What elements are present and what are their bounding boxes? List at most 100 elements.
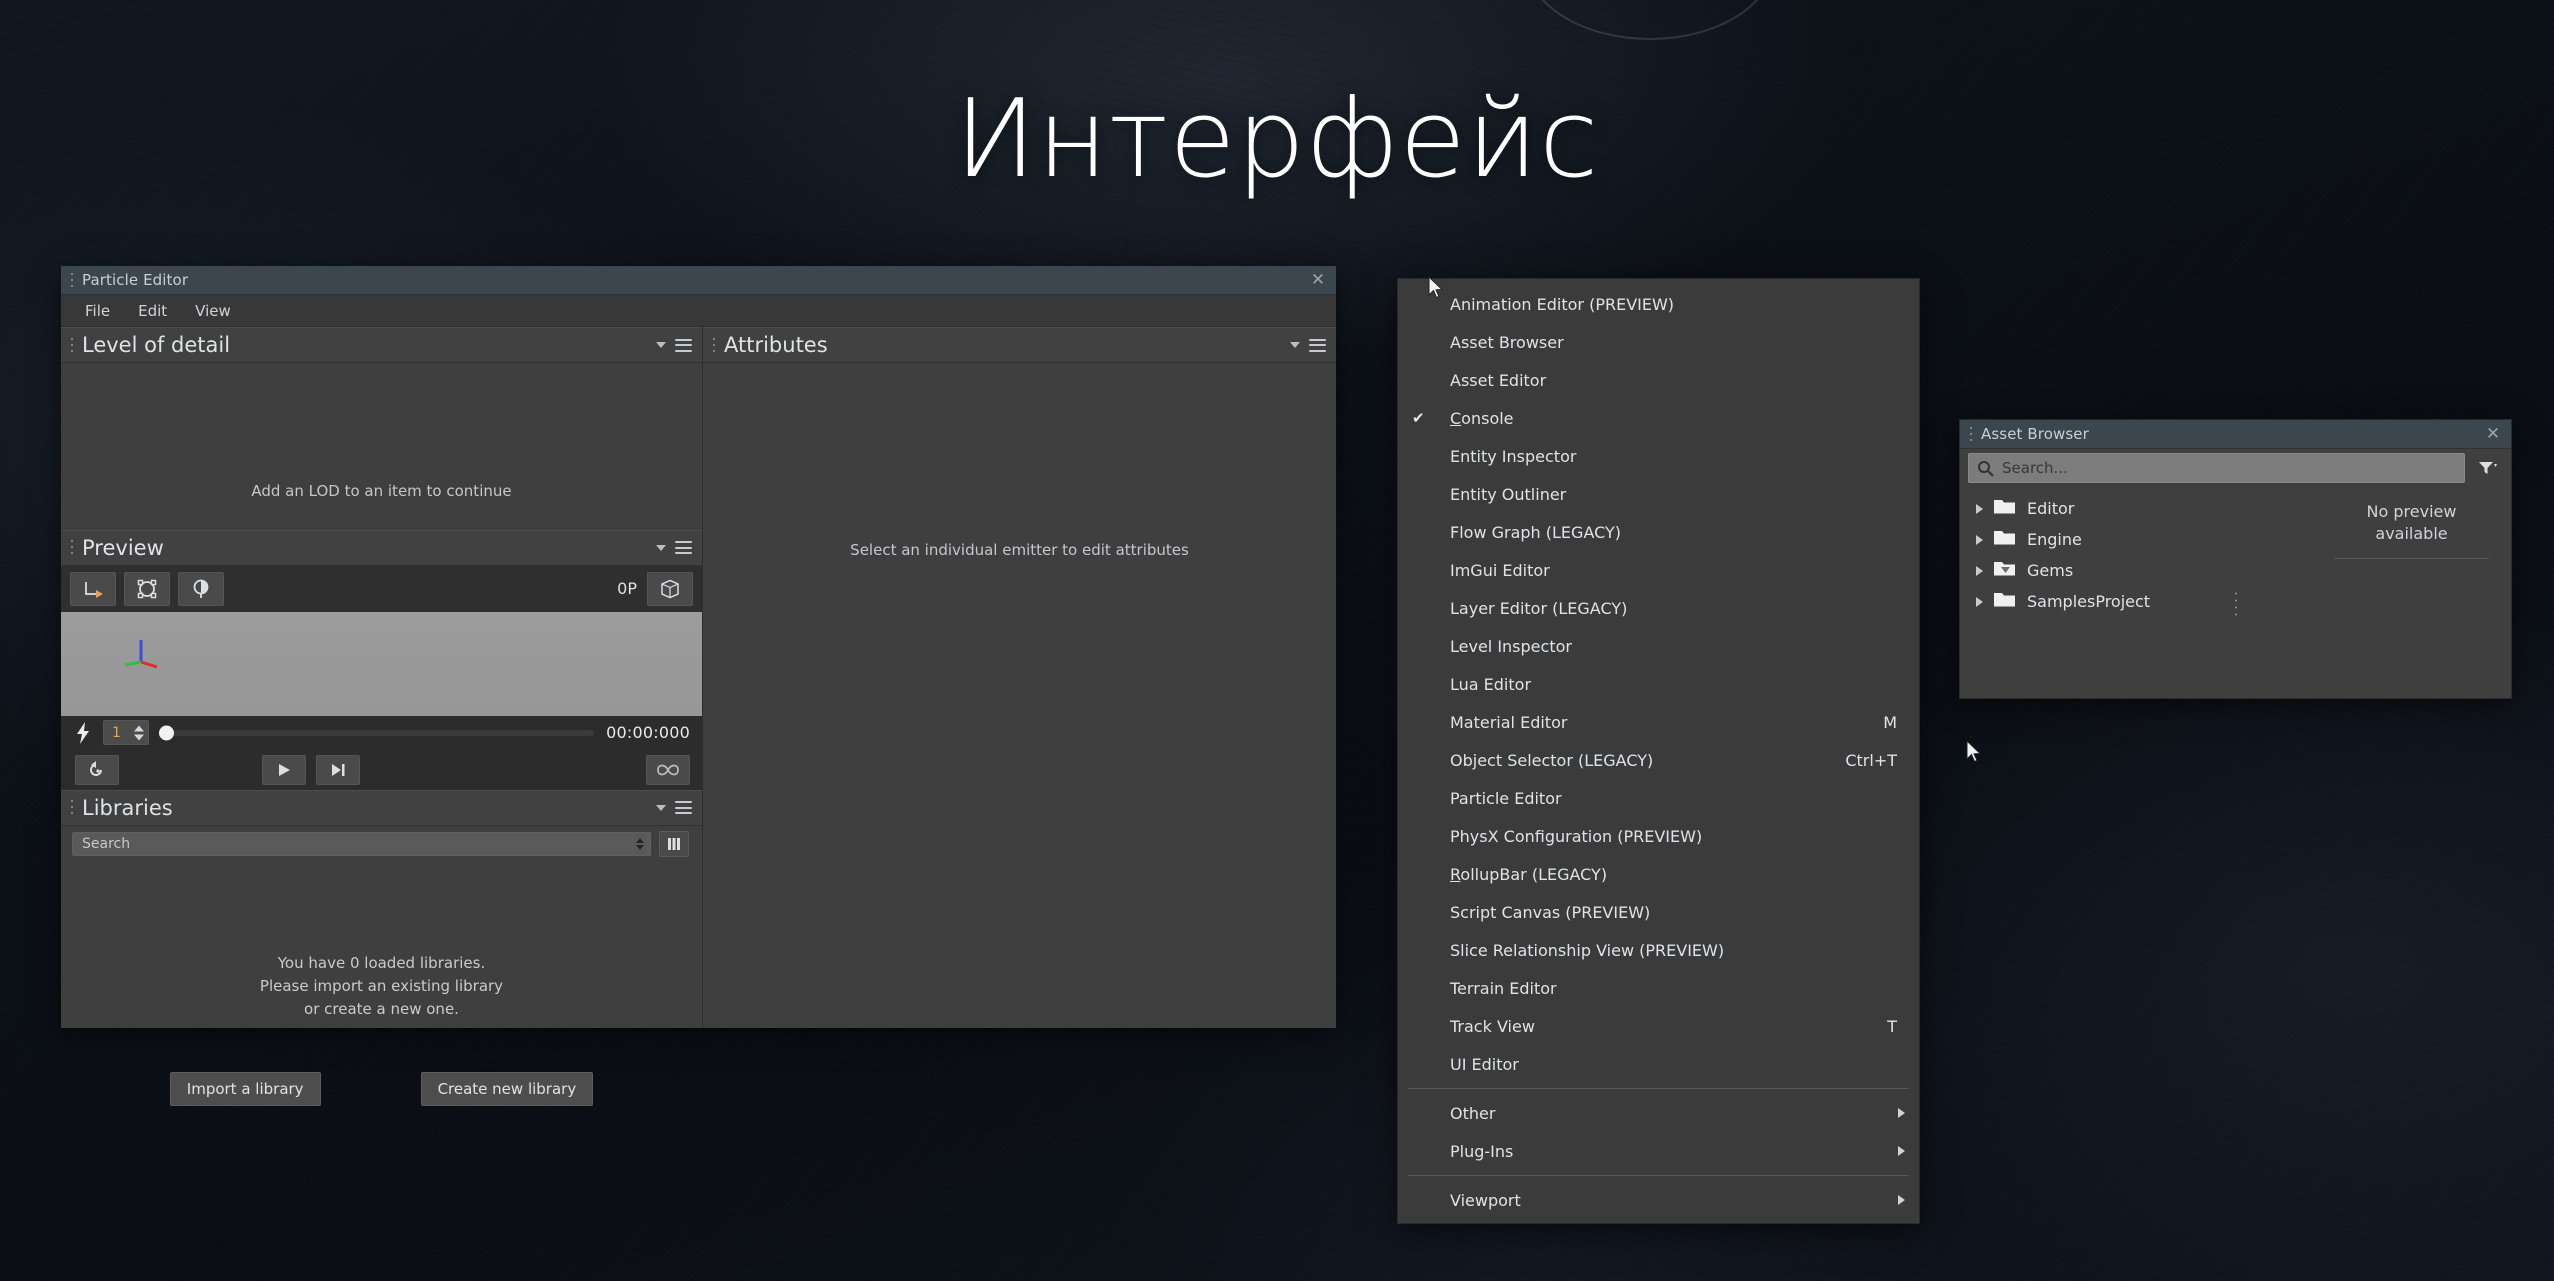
menu-hamburger-icon[interactable] bbox=[1309, 339, 1326, 352]
asset-browser-titlebar[interactable]: Asset Browser ✕ bbox=[1960, 420, 2511, 449]
drag-grip-icon[interactable] bbox=[70, 272, 74, 289]
menu-hamburger-icon[interactable] bbox=[675, 801, 692, 814]
menu-item-console[interactable]: ✔Console bbox=[1398, 399, 1919, 437]
chevron-down-icon[interactable] bbox=[656, 545, 666, 551]
spinbox-arrows[interactable] bbox=[134, 725, 144, 740]
lightning-bolt-icon[interactable] bbox=[75, 721, 91, 745]
menu-item-plug-ins[interactable]: Plug-Ins bbox=[1398, 1132, 1919, 1170]
menu-item-asset-browser[interactable]: Asset Browser bbox=[1398, 323, 1919, 361]
chevron-down-icon[interactable] bbox=[1290, 342, 1300, 348]
menu-item-label: Entity Outliner bbox=[1450, 485, 1566, 504]
menu-edit[interactable]: Edit bbox=[126, 298, 179, 324]
play-icon[interactable] bbox=[262, 755, 306, 785]
reset-icon[interactable] bbox=[75, 755, 119, 785]
chevron-up-icon[interactable] bbox=[134, 725, 144, 731]
menu-item-track-view[interactable]: Track ViewT bbox=[1398, 1007, 1919, 1045]
menu-item-level-inspector[interactable]: Level Inspector bbox=[1398, 627, 1919, 665]
menu-item-material-editor[interactable]: Material EditorM bbox=[1398, 703, 1919, 741]
libraries-panel-header[interactable]: Libraries bbox=[61, 790, 702, 826]
transport-center-buttons bbox=[262, 755, 360, 785]
libraries-empty-line-1: You have 0 loaded libraries. bbox=[61, 952, 702, 975]
menu-hamburger-icon[interactable] bbox=[675, 339, 692, 352]
menu-item-terrain-editor[interactable]: Terrain Editor bbox=[1398, 969, 1919, 1007]
step-forward-icon[interactable] bbox=[316, 755, 360, 785]
expand-arrow-icon[interactable] bbox=[1976, 535, 1983, 545]
menu-item-rollupbar-legacy[interactable]: RollupBar (LEGACY) bbox=[1398, 855, 1919, 893]
attributes-panel-title: Attributes bbox=[724, 333, 828, 357]
menu-view[interactable]: View bbox=[183, 298, 243, 324]
preview-line-1: No preview bbox=[2312, 501, 2511, 523]
menu-item-asset-editor[interactable]: Asset Editor bbox=[1398, 361, 1919, 399]
timeline-slider-handle[interactable] bbox=[159, 725, 174, 740]
menu-item-object-selector-legacy[interactable]: Object Selector (LEGACY)Ctrl+T bbox=[1398, 741, 1919, 779]
menu-item-lua-editor[interactable]: Lua Editor bbox=[1398, 665, 1919, 703]
expand-arrow-icon[interactable] bbox=[1976, 566, 1983, 576]
menu-item-imgui-editor[interactable]: ImGui Editor bbox=[1398, 551, 1919, 589]
menu-item-other[interactable]: Other bbox=[1398, 1094, 1919, 1132]
close-icon[interactable]: ✕ bbox=[2481, 423, 2505, 445]
tree-item-gems[interactable]: Gems bbox=[1960, 555, 2312, 586]
library-books-icon[interactable] bbox=[659, 831, 689, 857]
menu-item-viewport[interactable]: Viewport bbox=[1398, 1181, 1919, 1219]
drag-grip-icon[interactable] bbox=[70, 337, 74, 354]
chevron-down-icon[interactable] bbox=[134, 734, 144, 740]
search-input[interactable]: Search... bbox=[1968, 453, 2465, 483]
create-library-button[interactable]: Create new library bbox=[421, 1072, 594, 1106]
menu-file[interactable]: File bbox=[73, 298, 122, 324]
wireframe-cube-icon[interactable] bbox=[647, 572, 693, 606]
preview-toolbar: 0P bbox=[61, 566, 702, 612]
expand-arrow-icon[interactable] bbox=[1976, 597, 1983, 607]
filter-icon[interactable] bbox=[2471, 453, 2505, 483]
menu-item-label: Flow Graph (LEGACY) bbox=[1450, 523, 1621, 542]
menu-item-entity-inspector[interactable]: Entity Inspector bbox=[1398, 437, 1919, 475]
menu-item-label: Viewport bbox=[1450, 1191, 1521, 1210]
preview-line-2: available bbox=[2312, 523, 2511, 545]
tree-item-engine[interactable]: Engine bbox=[1960, 524, 2312, 555]
lighting-icon[interactable] bbox=[178, 572, 224, 606]
timeline-slider[interactable] bbox=[161, 730, 594, 736]
preview-panel-title: Preview bbox=[82, 536, 164, 560]
menu-item-particle-editor[interactable]: Particle Editor bbox=[1398, 779, 1919, 817]
menu-item-shortcut: Ctrl+T bbox=[1845, 751, 1905, 770]
asset-preview-pane: No preview available bbox=[2312, 487, 2511, 698]
menu-item-script-canvas-preview[interactable]: Script Canvas (PREVIEW) bbox=[1398, 893, 1919, 931]
menu-item-physx-configuration-preview[interactable]: PhysX Configuration (PREVIEW) bbox=[1398, 817, 1919, 855]
chevron-down-icon[interactable] bbox=[656, 342, 666, 348]
page-title: Интерфейс bbox=[0, 78, 2554, 202]
menu-item-entity-outliner[interactable]: Entity Outliner bbox=[1398, 475, 1919, 513]
menu-item-slice-relationship-view-preview[interactable]: Slice Relationship View (PREVIEW) bbox=[1398, 931, 1919, 969]
infinity-loop-icon[interactable] bbox=[646, 755, 690, 785]
expand-arrow-icon[interactable] bbox=[1976, 504, 1983, 514]
preview-panel-header[interactable]: Preview bbox=[61, 530, 702, 566]
menu-item-animation-editor-preview[interactable]: Animation Editor (PREVIEW) bbox=[1398, 285, 1919, 323]
lod-panel-header[interactable]: Level of detail bbox=[61, 327, 702, 363]
drag-grip-icon[interactable] bbox=[70, 799, 74, 816]
chevron-up-icon[interactable] bbox=[636, 838, 644, 843]
menu-item-ui-editor[interactable]: UI Editor bbox=[1398, 1045, 1919, 1083]
add-emitter-icon[interactable] bbox=[70, 572, 116, 606]
drag-grip-icon[interactable] bbox=[712, 337, 716, 354]
speed-spinbox[interactable]: 1 bbox=[103, 720, 149, 745]
libraries-empty-line-2: Please import an existing library bbox=[61, 975, 702, 998]
chevron-right-icon bbox=[1898, 1146, 1905, 1156]
drag-grip-icon[interactable] bbox=[70, 539, 74, 556]
attributes-panel-header[interactable]: Attributes bbox=[703, 327, 1336, 363]
chevron-down-icon[interactable] bbox=[636, 845, 644, 850]
menu-item-layer-editor-legacy[interactable]: Layer Editor (LEGACY) bbox=[1398, 589, 1919, 627]
preview-viewport[interactable] bbox=[61, 612, 702, 716]
chevron-down-icon[interactable] bbox=[656, 805, 666, 811]
bounding-box-icon[interactable] bbox=[124, 572, 170, 606]
libraries-search-input[interactable]: Search bbox=[72, 832, 651, 856]
import-library-button[interactable]: Import a library bbox=[170, 1072, 321, 1106]
tree-item-samplesproject[interactable]: SamplesProject bbox=[1960, 586, 2312, 617]
preview-timeline-bar: 1 00:00:000 bbox=[61, 716, 702, 750]
resize-grip-icon[interactable] bbox=[2234, 592, 2237, 618]
drag-grip-icon[interactable] bbox=[1969, 426, 1973, 443]
menu-item-flow-graph-legacy[interactable]: Flow Graph (LEGACY) bbox=[1398, 513, 1919, 551]
close-icon[interactable]: ✕ bbox=[1306, 269, 1330, 291]
search-stepper-icon[interactable] bbox=[636, 838, 644, 850]
particle-editor-titlebar[interactable]: Particle Editor ✕ bbox=[61, 266, 1336, 295]
menu-hamburger-icon[interactable] bbox=[675, 541, 692, 554]
tree-item-label: Gems bbox=[2027, 561, 2073, 580]
tree-item-editor[interactable]: Editor bbox=[1960, 493, 2312, 524]
